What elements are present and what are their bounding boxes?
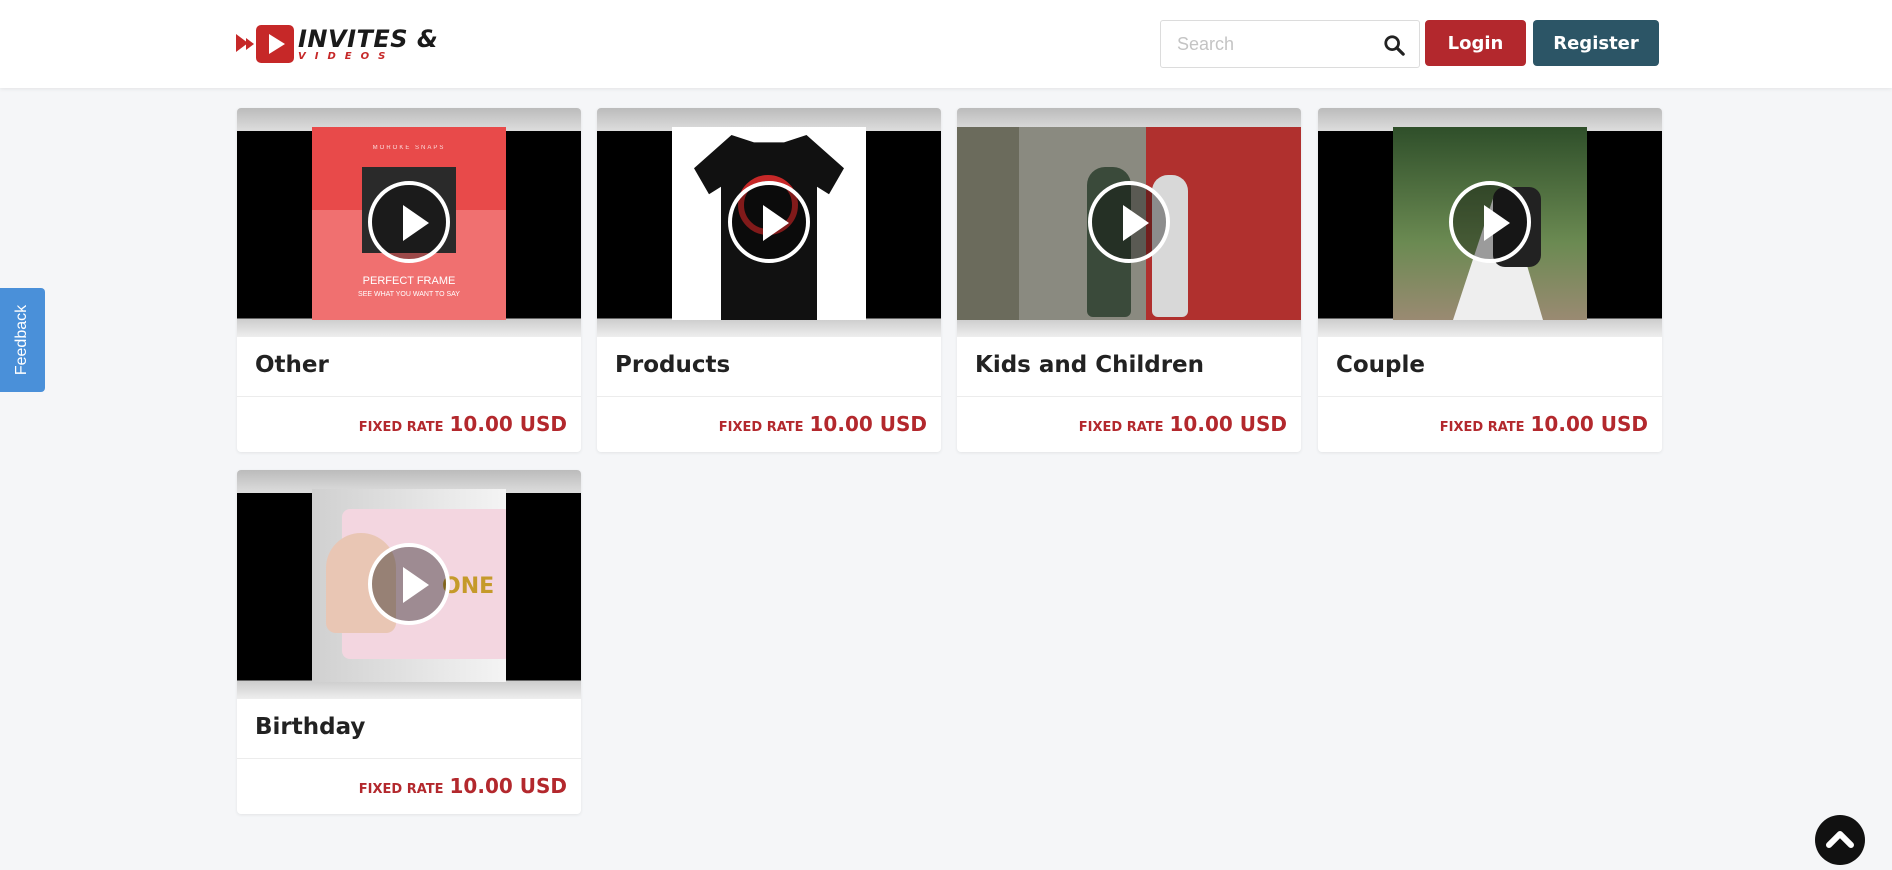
category-card-kids[interactable]: Kids and Children FIXED RATE 10.00 USD <box>957 108 1301 452</box>
video-thumbnail[interactable]: MOROKE SNAPS PERFECT FRAME SEE WHAT YOU … <box>237 108 581 337</box>
card-divider <box>597 396 941 397</box>
chevron-up-icon <box>1826 831 1854 848</box>
play-icon[interactable] <box>1088 181 1170 263</box>
register-button[interactable]: Register <box>1533 20 1659 66</box>
play-icon[interactable] <box>1449 181 1531 263</box>
price-row: FIXED RATE 10.00 USD <box>1079 412 1287 436</box>
category-card-products[interactable]: Products FIXED RATE 10.00 USD <box>597 108 941 452</box>
card-divider <box>237 758 581 759</box>
rate-value: 10.00 USD <box>809 412 927 436</box>
play-icon[interactable] <box>728 181 810 263</box>
site-header: INVITES & VIDEOS Login Register <box>0 0 1892 88</box>
video-thumbnail[interactable] <box>1318 108 1662 337</box>
video-thumbnail[interactable]: ONE <box>237 470 581 699</box>
feedback-label: Feedback <box>13 304 31 376</box>
login-button[interactable]: Login <box>1425 20 1526 66</box>
video-thumbnail[interactable] <box>597 108 941 337</box>
price-row: FIXED RATE 10.00 USD <box>359 412 567 436</box>
play-icon[interactable] <box>368 543 450 625</box>
card-divider <box>1318 396 1662 397</box>
thumb-text-bot: SEE WHAT YOU WANT TO SAY <box>358 291 460 298</box>
rate-value: 10.00 USD <box>1169 412 1287 436</box>
thumb-text-top: MOROKE SNAPS <box>372 145 446 151</box>
card-title[interactable]: Couple <box>1336 352 1425 378</box>
logo-wordmark: INVITES & VIDEOS <box>298 27 438 62</box>
logo-play-icon <box>236 22 296 66</box>
card-divider <box>237 396 581 397</box>
rate-label: FIXED RATE <box>358 420 444 435</box>
rate-label: FIXED RATE <box>1078 420 1164 435</box>
card-title[interactable]: Other <box>255 352 329 378</box>
category-card-birthday[interactable]: ONE Birthday FIXED RATE 10.00 USD <box>237 470 581 814</box>
rate-label: FIXED RATE <box>358 782 444 797</box>
rate-value: 10.00 USD <box>449 774 567 798</box>
rate-label: FIXED RATE <box>718 420 804 435</box>
search-input[interactable] <box>1177 21 1377 67</box>
rate-value: 10.00 USD <box>449 412 567 436</box>
play-icon[interactable] <box>368 181 450 263</box>
category-card-couple[interactable]: Couple FIXED RATE 10.00 USD <box>1318 108 1662 452</box>
rate-value: 10.00 USD <box>1530 412 1648 436</box>
site-logo[interactable]: INVITES & VIDEOS <box>236 22 446 66</box>
category-card-other[interactable]: MOROKE SNAPS PERFECT FRAME SEE WHAT YOU … <box>237 108 581 452</box>
logo-line2: VIDEOS <box>298 50 395 62</box>
logo-line1: INVITES & <box>298 24 439 53</box>
feedback-tab[interactable]: Feedback <box>0 288 45 392</box>
thumb-text-mid: PERFECT FRAME <box>362 275 456 287</box>
price-row: FIXED RATE 10.00 USD <box>1440 412 1648 436</box>
video-thumbnail[interactable] <box>957 108 1301 337</box>
card-title[interactable]: Products <box>615 352 730 378</box>
price-row: FIXED RATE 10.00 USD <box>359 774 567 798</box>
card-title[interactable]: Kids and Children <box>975 352 1204 378</box>
card-divider <box>957 396 1301 397</box>
search-icon[interactable] <box>1383 34 1405 56</box>
search-box <box>1160 20 1420 68</box>
price-row: FIXED RATE 10.00 USD <box>719 412 927 436</box>
scroll-top-button[interactable] <box>1815 815 1865 865</box>
card-title[interactable]: Birthday <box>255 714 365 740</box>
rate-label: FIXED RATE <box>1439 420 1525 435</box>
